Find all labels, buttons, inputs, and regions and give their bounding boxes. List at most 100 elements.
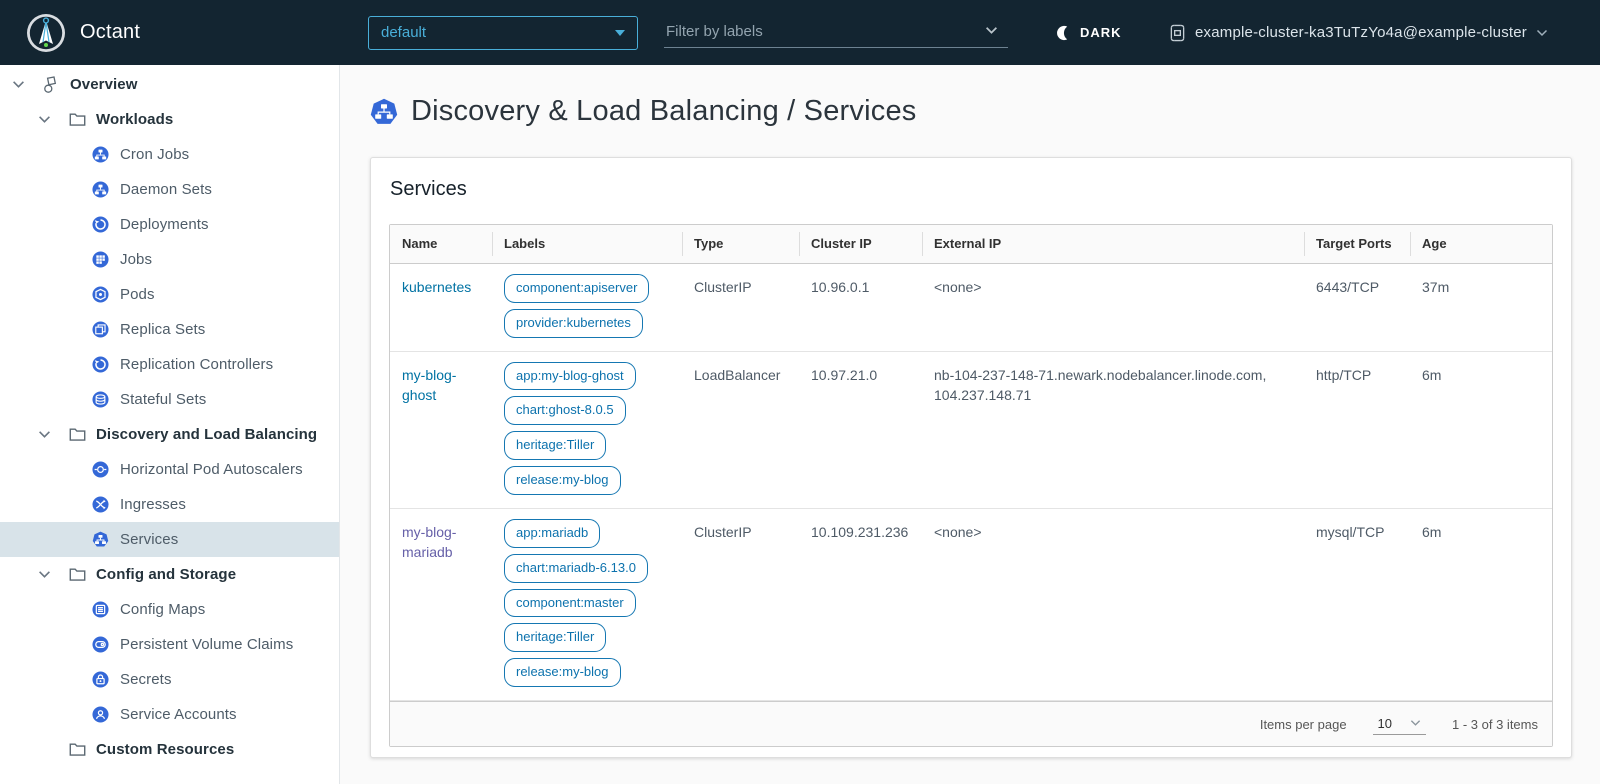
chevron-down-icon[interactable]	[10, 77, 26, 93]
sidebar-item-deployments[interactable]: Deployments	[0, 207, 339, 242]
cluster-ip-cell: 10.97.21.0	[799, 352, 922, 508]
persistent-volume-claims-icon	[92, 636, 109, 653]
page-header: Discovery & Load Balancing / Services	[370, 95, 1572, 128]
folder-icon	[68, 741, 86, 759]
sidebar-item-persistent-volume-claims[interactable]: Persistent Volume Claims	[0, 627, 339, 662]
column-header-cluster-ip: Cluster IP	[799, 225, 922, 263]
label-pill[interactable]: component:apiserver	[504, 274, 649, 303]
sidebar-item-label: Service Accounts	[120, 706, 237, 723]
theme-toggle-label: DARK	[1080, 25, 1122, 40]
external-ip-cell: <none>	[922, 264, 1304, 351]
labels-cell: app:mariadb chart:mariadb-6.13.0 compone…	[492, 509, 682, 700]
cluster-context-select[interactable]: example-cluster-ka3TuTzYo4a@example-clus…	[1169, 24, 1548, 42]
sidebar-group-label: Config and Storage	[96, 566, 236, 583]
folder-icon	[68, 566, 86, 584]
namespace-select[interactable]: default	[368, 16, 638, 50]
sidebar-item-label: Daemon Sets	[120, 181, 212, 198]
label-pill[interactable]: chart:ghost-8.0.5	[504, 396, 626, 425]
items-per-page-select[interactable]: 10	[1373, 714, 1426, 735]
sidebar-item-pods[interactable]: Pods	[0, 277, 339, 312]
sidebar-item-service-accounts[interactable]: Service Accounts	[0, 697, 339, 732]
sidebar-group-label: Discovery and Load Balancing	[96, 426, 317, 443]
services-icon	[92, 531, 109, 548]
stateful-sets-icon	[92, 391, 109, 408]
sidebar-item-label: Overview	[70, 76, 138, 93]
sidebar-item-cron-jobs[interactable]: Cron Jobs	[0, 137, 339, 172]
label-pill[interactable]: heritage:Tiller	[504, 431, 606, 460]
sidebar-item-ingresses[interactable]: Ingresses	[0, 487, 339, 522]
cluster-icon	[1169, 24, 1186, 42]
age-cell: 6m	[1410, 352, 1552, 508]
services-card: Services Name Labels Type Cluster IP Ext…	[370, 157, 1572, 758]
label-pill[interactable]: provider:kubernetes	[504, 309, 643, 338]
table-row: my-blog-mariadb app:mariadb chart:mariad…	[390, 509, 1552, 701]
column-header-type: Type	[682, 225, 799, 263]
sidebar-item-label: Config Maps	[120, 601, 205, 618]
sidebar-item-jobs[interactable]: Jobs	[0, 242, 339, 277]
sidebar-item-secrets[interactable]: Secrets	[0, 662, 339, 697]
deployments-icon	[92, 216, 109, 233]
sidebar-group-workloads[interactable]: Workloads	[0, 102, 339, 137]
chevron-down-icon[interactable]	[36, 427, 52, 443]
sidebar-item-label: Stateful Sets	[120, 391, 206, 408]
sidebar-item-daemon-sets[interactable]: Daemon Sets	[0, 172, 339, 207]
label-filter-input[interactable]	[664, 17, 1008, 48]
age-cell: 37m	[1410, 264, 1552, 351]
label-pill[interactable]: chart:mariadb-6.13.0	[504, 554, 648, 583]
chevron-down-icon[interactable]	[36, 567, 52, 583]
target-ports-cell: 6443/TCP	[1304, 264, 1410, 351]
service-link-kubernetes[interactable]: kubernetes	[402, 279, 471, 295]
app-header: Octant default DARK example-cluster-ka3T…	[0, 0, 1600, 65]
service-link-my-blog-mariadb[interactable]: my-blog-mariadb	[402, 524, 456, 560]
label-pill[interactable]: release:my-blog	[504, 466, 621, 495]
labels-cell: component:apiserver provider:kubernetes	[492, 264, 682, 351]
type-cell: ClusterIP	[682, 509, 799, 700]
sidebar-item-label: Ingresses	[120, 496, 186, 513]
labels-cell: app:my-blog-ghost chart:ghost-8.0.5 heri…	[492, 352, 682, 508]
label-pill[interactable]: release:my-blog	[504, 658, 621, 687]
sidebar-item-services[interactable]: Services	[0, 522, 339, 557]
main-content: Discovery & Load Balancing / Services Se…	[340, 65, 1600, 784]
app-title: Octant	[80, 21, 140, 44]
sidebar-item-label: Replica Sets	[120, 321, 205, 338]
chevron-down-icon	[615, 30, 625, 36]
caret-spacer	[36, 742, 52, 758]
label-pill[interactable]: heritage:Tiller	[504, 623, 606, 652]
column-header-labels: Labels	[492, 225, 682, 263]
sidebar-item-label: Secrets	[120, 671, 172, 688]
table-row: my-blog-ghost app:my-blog-ghost chart:gh…	[390, 352, 1552, 509]
sidebar-group-custom-resources[interactable]: Custom Resources	[0, 732, 339, 767]
brand: Octant	[0, 13, 340, 53]
sidebar-item-horizontal-pod-autoscalers[interactable]: Horizontal Pod Autoscalers	[0, 452, 339, 487]
namespace-select-value: default	[381, 24, 426, 41]
items-per-page-value: 10	[1378, 716, 1392, 731]
service-link-my-blog-ghost[interactable]: my-blog-ghost	[402, 367, 456, 403]
table-footer: Items per page 10 1 - 3 of 3 items	[390, 701, 1552, 746]
service-heptagon-icon	[370, 98, 398, 126]
chevron-down-icon[interactable]	[985, 26, 998, 35]
sidebar-group-config-storage[interactable]: Config and Storage	[0, 557, 339, 592]
applications-icon	[42, 76, 60, 94]
sidebar-item-replication-controllers[interactable]: Replication Controllers	[0, 347, 339, 382]
config-maps-icon	[92, 601, 109, 618]
cluster-context-value: example-cluster-ka3TuTzYo4a@example-clus…	[1195, 24, 1527, 41]
sidebar-group-discovery-load-balancing[interactable]: Discovery and Load Balancing	[0, 417, 339, 452]
target-ports-cell: mysql/TCP	[1304, 509, 1410, 700]
label-pill[interactable]: app:my-blog-ghost	[504, 362, 636, 391]
dark-theme-toggle[interactable]: DARK	[1056, 25, 1122, 41]
service-name-cell: my-blog-mariadb	[390, 509, 492, 700]
sidebar-item-overview[interactable]: Overview	[0, 67, 339, 102]
sidebar-item-stateful-sets[interactable]: Stateful Sets	[0, 382, 339, 417]
column-header-name: Name	[390, 225, 492, 263]
label-pill[interactable]: component:master	[504, 589, 636, 618]
sidebar-item-config-maps[interactable]: Config Maps	[0, 592, 339, 627]
service-name-cell: my-blog-ghost	[390, 352, 492, 508]
age-cell: 6m	[1410, 509, 1552, 700]
sidebar-item-replica-sets[interactable]: Replica Sets	[0, 312, 339, 347]
daemon-sets-icon	[92, 181, 109, 198]
ingresses-icon	[92, 496, 109, 513]
label-pill[interactable]: app:mariadb	[504, 519, 600, 548]
chevron-down-icon[interactable]	[36, 112, 52, 128]
label-filter	[664, 17, 1008, 48]
sidebar: Overview Workloads Cron Jobs Daemon Sets	[0, 65, 340, 784]
